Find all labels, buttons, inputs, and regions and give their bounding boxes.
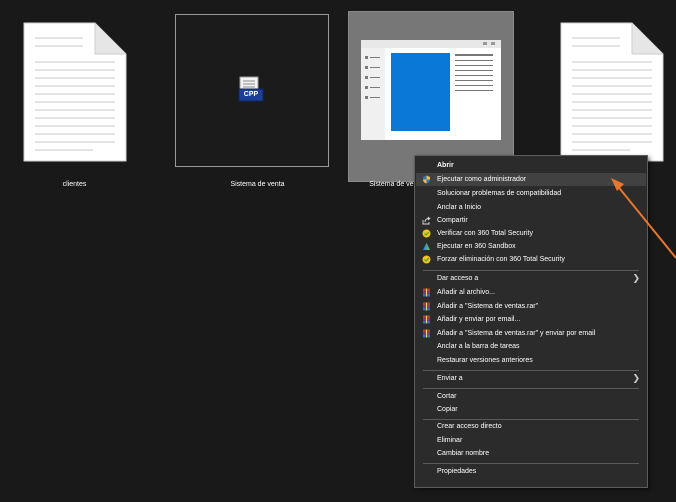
context-menu: Abrir Ejecutar como administrador Soluci…: [414, 155, 648, 488]
menu-item-label: Verificar con 360 Total Security: [437, 230, 533, 237]
menu-item-solucionar-compatibilidad[interactable]: Solucionar problemas de compatibilidad: [416, 187, 646, 200]
file-label: clientes: [62, 181, 87, 188]
menu-item-compartir[interactable]: Compartir: [416, 214, 646, 227]
menu-item-anclar-a-inicio[interactable]: Anclar a Inicio: [416, 201, 646, 214]
menu-item-anadir-a-rar[interactable]: Añadir a "Sistema de ventas.rar": [416, 300, 646, 313]
menu-separator: [423, 270, 639, 271]
winrar-icon: [423, 302, 430, 311]
menu-item-restaurar-versiones[interactable]: Restaurar versiones anteriores: [416, 354, 646, 367]
shield-icon: [423, 175, 430, 184]
menu-separator: [423, 463, 639, 464]
menu-item-label: Cortar: [437, 393, 457, 400]
menu-item-label: Añadir a "Sistema de ventas.rar" y envia…: [437, 330, 596, 337]
menu-item-dar-acceso-a[interactable]: Dar acceso a ❯: [416, 272, 646, 285]
menu-item-label: Eliminar: [437, 437, 463, 444]
menu-separator: [423, 388, 639, 389]
menu-item-anadir-y-enviar-email[interactable]: Añadir y enviar por email...: [416, 313, 646, 326]
menu-item-label: Anclar a Inicio: [437, 204, 481, 211]
menu-item-ejecutar-360-sandbox[interactable]: Ejecutar en 360 Sandbox: [416, 240, 646, 253]
menu-item-anadir-a-rar-y-enviar[interactable]: Añadir a "Sistema de ventas.rar" y envia…: [416, 327, 646, 340]
menu-item-abrir[interactable]: Abrir: [416, 159, 646, 172]
share-icon: [422, 216, 431, 225]
menu-separator: [423, 370, 639, 371]
winrar-icon: [423, 288, 430, 297]
chevron-right-icon: ❯: [632, 273, 640, 283]
menu-item-forzar-eliminacion-360[interactable]: Forzar eliminación con 360 Total Securit…: [416, 253, 646, 266]
menu-item-label: Anclar a la barra de tareas: [437, 343, 520, 350]
menu-item-label: Enviar a: [437, 375, 463, 382]
360-security-icon: [422, 229, 431, 238]
menu-item-anclar-barra-tareas[interactable]: Anclar a la barra de tareas: [416, 340, 646, 353]
menu-item-label: Añadir a "Sistema de ventas.rar": [437, 303, 539, 310]
menu-item-label: Añadir y enviar por email...: [437, 316, 521, 323]
menu-item-cortar[interactable]: Cortar: [416, 390, 646, 403]
menu-item-ejecutar-como-administrador[interactable]: Ejecutar como administrador: [416, 173, 646, 186]
menu-item-anadir-al-archivo[interactable]: Añadir al archivo...: [416, 286, 646, 299]
file-tile-sistema-de-venta[interactable]: CPP Sistema de venta: [175, 11, 335, 188]
menu-item-crear-acceso-directo[interactable]: Crear acceso directo: [416, 420, 646, 433]
chevron-right-icon: ❯: [632, 373, 640, 383]
menu-item-label: Propiedades: [437, 468, 477, 475]
menu-item-label: Dar acceso a: [437, 275, 479, 282]
menu-item-verificar-360[interactable]: Verificar con 360 Total Security: [416, 227, 646, 240]
menu-item-enviar-a[interactable]: Enviar a ❯: [416, 372, 646, 385]
360-sandbox-icon: [423, 243, 430, 250]
file-tile-clientes[interactable]: clientes: [3, 11, 146, 188]
menu-item-label: Abrir: [437, 162, 454, 169]
menu-item-label: Ejecutar en 360 Sandbox: [437, 243, 516, 250]
menu-item-cambiar-nombre[interactable]: Cambiar nombre: [416, 447, 646, 460]
document-icon: [23, 22, 127, 162]
winrar-icon: [423, 329, 430, 338]
menu-item-label: Crear acceso directo: [437, 423, 502, 430]
menu-item-propiedades[interactable]: Propiedades: [416, 465, 646, 478]
cpp-file-icon: [238, 76, 264, 102]
360-security-icon: [422, 255, 431, 264]
application-window-thumbnail: [361, 40, 501, 140]
winrar-icon: [423, 315, 430, 324]
menu-item-label: Copiar: [437, 406, 458, 413]
menu-item-label: Compartir: [437, 217, 468, 224]
menu-item-copiar[interactable]: Copiar: [416, 403, 646, 416]
menu-item-label: Ejecutar como administrador: [437, 176, 527, 183]
menu-item-eliminar[interactable]: Eliminar: [416, 434, 646, 447]
menu-item-label: Solucionar problemas de compatibilidad: [437, 190, 562, 197]
menu-item-label: Forzar eliminación con 360 Total Securit…: [437, 256, 565, 263]
menu-item-label: Restaurar versiones anteriores: [437, 357, 533, 364]
cpp-badge: CPP: [243, 91, 259, 98]
menu-item-label: Añadir al archivo...: [437, 289, 495, 296]
document-icon: [560, 22, 664, 162]
menu-item-label: Cambiar nombre: [437, 450, 490, 457]
